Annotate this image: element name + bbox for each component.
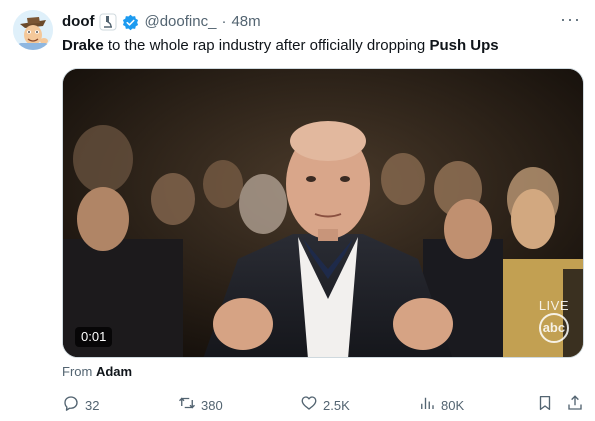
abc-logo: abc [538, 313, 569, 343]
views-count: 80K [441, 398, 465, 413]
live-label: LIVE [538, 298, 569, 313]
bookmark-icon [536, 394, 554, 418]
verified-badge-icon[interactable] [122, 14, 139, 31]
tweet-header: doof @doofinc_ · 48m [62, 12, 261, 32]
heart-icon [300, 394, 318, 418]
separator-dot: · [221, 13, 227, 30]
video-frame [63, 69, 583, 357]
repost-button[interactable]: 380 [178, 394, 223, 418]
microscope-icon[interactable] [99, 13, 117, 31]
video-duration: 0:01 [75, 327, 113, 347]
repost-icon [178, 394, 196, 418]
like-count: 2.5K [323, 398, 350, 413]
tweet-text: Drake to the whole rap industry after of… [62, 36, 581, 56]
like-button[interactable]: 2.5K [300, 394, 350, 418]
author-handle[interactable]: @doofinc_ [144, 12, 216, 32]
reply-icon [62, 394, 80, 418]
share-icon [566, 394, 584, 418]
tweet-text-body: to the whole rap industry after official… [103, 37, 430, 54]
network-watermark: LIVE abc [539, 298, 569, 343]
author-name[interactable]: doof [62, 12, 94, 32]
reply-count: 32 [85, 398, 100, 413]
tweet-text-bold-1: Drake [62, 37, 104, 54]
avatar[interactable] [13, 10, 53, 50]
timestamp[interactable]: 48m [231, 12, 260, 32]
tweet-text-bold-2: Push Ups [429, 37, 499, 54]
views-button[interactable]: 80K [418, 394, 464, 418]
repost-count: 380 [201, 398, 223, 413]
video-player[interactable]: 0:01 LIVE abc [62, 68, 584, 358]
more-options-icon[interactable]: ··· [560, 10, 581, 28]
action-bar: 32 380 2.5K 80K [62, 394, 585, 416]
source-name[interactable]: Adam [96, 364, 132, 379]
reply-button[interactable]: 32 [62, 394, 99, 418]
source-prefix: From [62, 364, 96, 379]
views-icon [418, 394, 436, 418]
tweet: doof @doofinc_ · 48m ··· Drake to the wh… [0, 0, 595, 421]
share-button[interactable] [566, 394, 584, 418]
media-source: From Adam [62, 364, 132, 380]
bookmark-button[interactable] [536, 394, 554, 418]
